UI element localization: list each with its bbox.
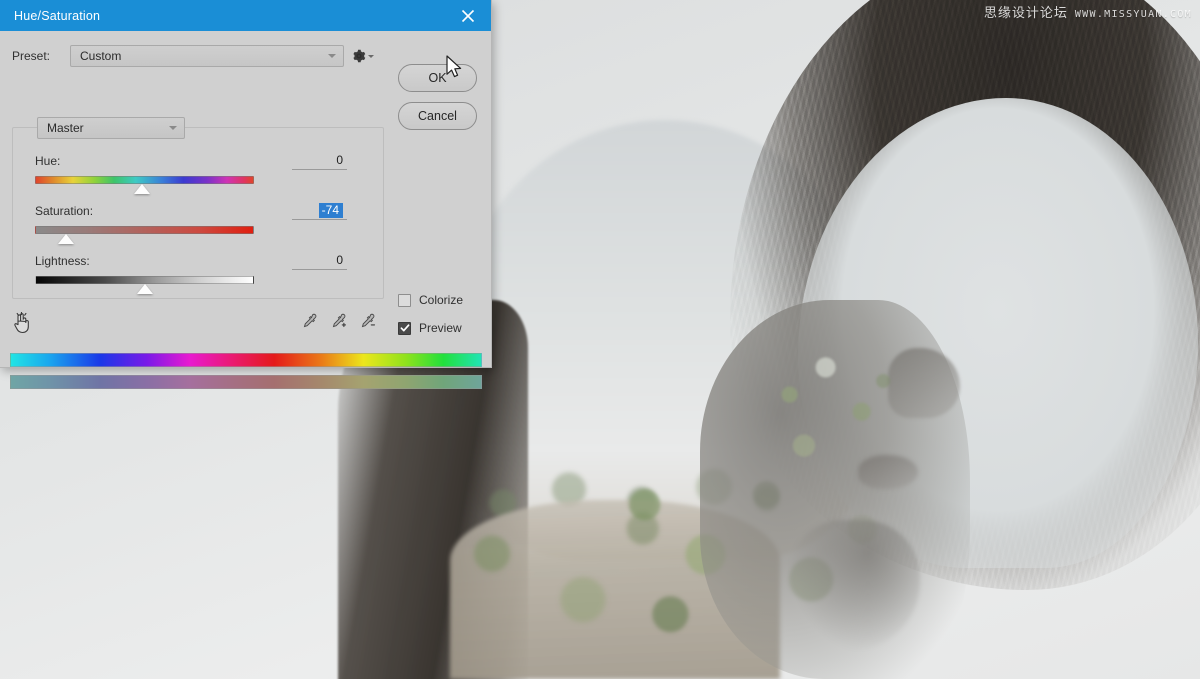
- chevron-down-icon: [169, 126, 177, 130]
- lightness-header: Lightness: 0: [35, 252, 365, 270]
- hue-thumb[interactable]: [134, 184, 151, 194]
- lightness-value: 0: [336, 253, 343, 267]
- dialog-action-buttons: OK Cancel: [398, 64, 477, 130]
- saturation-input[interactable]: -74: [292, 201, 347, 220]
- saturation-track[interactable]: [35, 226, 254, 234]
- saturation-value: -74: [318, 202, 343, 218]
- eyedropper-plus-icon[interactable]: [330, 313, 347, 335]
- saturation-label: Saturation:: [35, 204, 94, 218]
- watermark-url: WWW.MISSYUAN.COM: [1074, 9, 1192, 20]
- gear-icon[interactable]: [352, 49, 374, 63]
- watermark: 思缘设计论坛 WWW.MISSYUAN.COM: [984, 2, 1192, 21]
- preset-label: Preset:: [12, 49, 51, 63]
- hue-track-wrap[interactable]: [35, 176, 254, 194]
- preview-checkbox[interactable]: [398, 321, 411, 335]
- watermark-chinese: 思缘设计论坛: [983, 5, 1068, 20]
- eyedropper-icon[interactable]: [301, 313, 318, 335]
- cancel-button[interactable]: Cancel: [398, 102, 477, 130]
- eyedropper-group: [301, 313, 376, 335]
- colorize-checkbox-row[interactable]: Colorize: [398, 293, 463, 307]
- photoshop-canvas: 思缘设计论坛 WWW.MISSYUAN.COM Hue/Saturation P…: [0, 0, 1200, 679]
- hand-pointer-icon[interactable]: [12, 311, 32, 339]
- dialog-title: Hue/Saturation: [14, 8, 101, 23]
- adjustment-fieldset: Master Hue: 0 Saturation: -74 Lightness:…: [12, 117, 384, 299]
- preview-label: Preview: [419, 321, 462, 335]
- hue-value: 0: [336, 153, 343, 167]
- foliage-upper: [750, 330, 930, 500]
- lightness-slider-group: Lightness: 0: [35, 252, 365, 294]
- preset-select[interactable]: Custom: [70, 45, 344, 67]
- preview-checkbox-row[interactable]: Preview: [398, 321, 463, 335]
- tool-row: [12, 309, 384, 341]
- hue-header: Hue: 0: [35, 152, 365, 170]
- dialog-body: Preset: Custom OK Cancel Master Hue: 0 S…: [0, 31, 491, 389]
- saturation-track-wrap[interactable]: [35, 226, 254, 244]
- lightness-thumb[interactable]: [136, 284, 153, 294]
- chevron-down-icon: [328, 54, 336, 58]
- saturation-slider-group: Saturation: -74: [35, 202, 365, 244]
- lightness-input[interactable]: 0: [292, 251, 347, 270]
- gear-caret-icon: [368, 54, 374, 58]
- saturation-thumb[interactable]: [57, 234, 74, 244]
- preset-value: Custom: [80, 49, 122, 63]
- lightness-track[interactable]: [35, 276, 254, 284]
- channel-select[interactable]: Master: [37, 117, 185, 139]
- checkbox-column: Colorize Preview: [398, 293, 463, 335]
- hue-input[interactable]: 0: [292, 151, 347, 170]
- dialog-titlebar: Hue/Saturation: [0, 0, 491, 31]
- source-color-spectrum-bar: [10, 353, 482, 367]
- close-icon[interactable]: [445, 0, 491, 31]
- channel-value: Master: [47, 121, 84, 135]
- result-color-spectrum-bar: [10, 375, 482, 389]
- hue-saturation-dialog: Hue/Saturation Preset: Custom OK Cancel …: [0, 0, 492, 389]
- lightness-label: Lightness:: [35, 254, 90, 268]
- hue-slider-group: Hue: 0: [35, 152, 365, 194]
- colorize-label: Colorize: [419, 293, 464, 307]
- lightness-track-wrap[interactable]: [35, 276, 254, 294]
- ok-button[interactable]: OK: [398, 64, 477, 92]
- eyedropper-minus-icon[interactable]: [359, 313, 376, 335]
- colorize-checkbox[interactable]: [398, 293, 411, 307]
- hue-track[interactable]: [35, 176, 254, 184]
- hue-label: Hue:: [35, 154, 61, 168]
- saturation-header: Saturation: -74: [35, 202, 365, 220]
